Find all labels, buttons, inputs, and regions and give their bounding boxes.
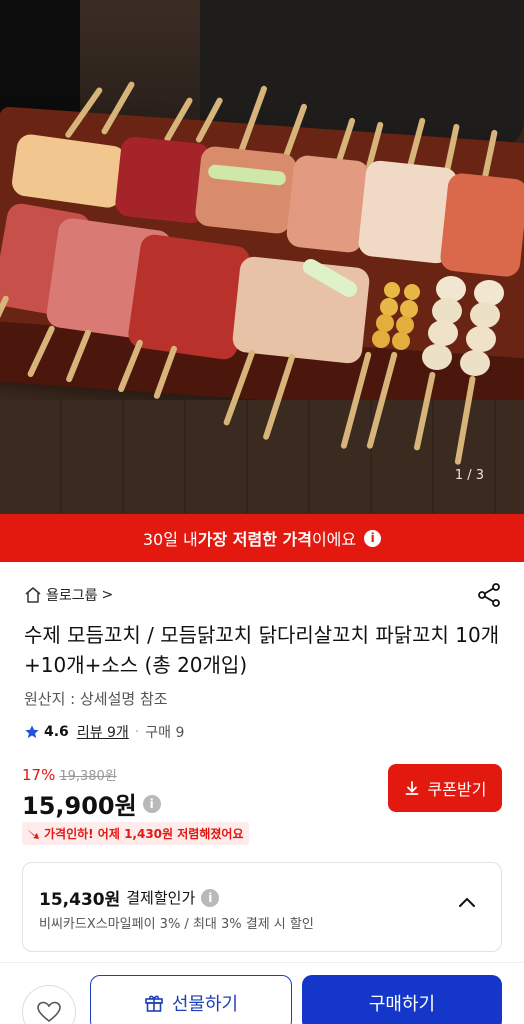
info-icon[interactable]: i	[364, 529, 382, 547]
wishlist-button[interactable]	[22, 985, 76, 1024]
product-title: 수제 모듬꼬치 / 모듬닭꼬치 닭다리살꼬치 파닭꼬치 10개+10개+소스 (…	[24, 623, 500, 677]
rating-score: 4.6	[44, 724, 69, 740]
coupon-button[interactable]: 쿠폰받기	[388, 764, 502, 812]
original-price: 19,380원	[59, 769, 117, 784]
info-icon[interactable]: i	[201, 888, 220, 907]
payment-discount-label: 결제할인가	[126, 889, 196, 907]
heart-icon	[37, 1001, 61, 1023]
star-icon	[25, 725, 39, 738]
download-icon	[405, 781, 418, 795]
rating-row: 4.6 리뷰 9개 · 구매 9	[24, 722, 184, 742]
product-image-carousel[interactable]: 1 / 3	[0, 0, 524, 514]
home-icon	[25, 587, 41, 603]
chevron-up-icon[interactable]	[457, 893, 477, 913]
origin-info: 원산지 : 상세설명 참조	[24, 690, 168, 708]
price-drop-badge: 가격인하! 어제 1,430원 저렴해졌어요	[22, 822, 250, 845]
purchase-count: 구매 9	[145, 725, 185, 741]
banner-prefix: 30일 내	[142, 530, 198, 549]
info-icon[interactable]: i	[142, 794, 161, 813]
lowest-price-banner[interactable]: 30일 내 가장 저렴한 가격 이에요 i	[0, 514, 524, 562]
share-icon[interactable]	[476, 582, 502, 608]
banner-highlight: 가장 저렴한 가격	[197, 530, 312, 549]
payment-discount-detail: 비씨카드X스마일페이 3% / 최대 3% 결제 시 할인	[39, 917, 314, 932]
chevron-right-icon: >	[101, 587, 114, 603]
store-name: 욜로그룹	[46, 588, 98, 604]
arrow-down-icon	[27, 828, 39, 839]
separator: ·	[134, 724, 140, 740]
gift-button[interactable]: 선물하기	[90, 975, 292, 1024]
gift-label: 선물하기	[171, 994, 239, 1014]
coupon-label: 쿠폰받기	[427, 782, 487, 799]
sale-price: 15,900원	[22, 792, 137, 820]
banner-suffix: 이에요	[311, 530, 357, 549]
gift-icon	[145, 995, 163, 1012]
discount-percent: 17%	[22, 766, 56, 784]
image-page-indicator: 1 / 3	[454, 468, 484, 483]
store-link[interactable]: 욜로그룹 >	[24, 585, 113, 605]
payment-discount-card[interactable]: 15,430원 결제할인가 i 비씨카드X스마일페이 3% / 최대 3% 결제…	[22, 862, 502, 952]
price-row: 15,900원 i	[22, 786, 161, 821]
bottom-action-bar: 선물하기 구매하기	[0, 962, 524, 1024]
price-drop-text: 가격인하! 어제 1,430원 저렴해졌어요	[44, 827, 244, 841]
wood-table-graphic	[0, 400, 524, 514]
discount-row: 17% 19,380원	[22, 765, 117, 784]
review-count-link[interactable]: 리뷰 9개	[77, 722, 129, 742]
payment-discount-amount: 15,430원	[39, 890, 121, 910]
buy-button[interactable]: 구매하기	[302, 975, 502, 1024]
